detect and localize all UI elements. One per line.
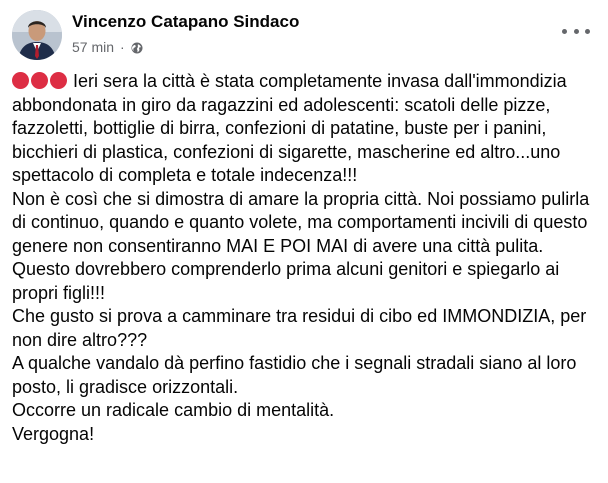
more-dot — [573, 28, 579, 34]
post-text: Ieri sera la città è stata completamente… — [12, 70, 602, 446]
post-paragraph: A qualche vandalo dà perfino fastidio ch… — [12, 353, 577, 397]
post-paragraph: Occorre un radicale cambio di mentalità. — [12, 400, 335, 420]
red-circle-icon — [12, 72, 67, 89]
red-circle-icon — [12, 72, 29, 89]
post-header: Vincenzo Catapano Sindaco 57 min · — [12, 10, 596, 62]
meta-separator: · — [120, 39, 125, 55]
post-paragraph: Non è così che si dimostra di amare la p… — [12, 188, 590, 256]
more-options-icon[interactable] — [562, 24, 590, 38]
author-name[interactable]: Vincenzo Catapano Sindaco — [72, 12, 299, 32]
post-paragraph-text: Ieri sera la città è stata completamente… — [12, 71, 567, 185]
post-paragraph: Vergogna! — [12, 423, 95, 444]
red-circle-icon — [50, 72, 67, 89]
avatar[interactable] — [12, 10, 62, 60]
more-dot — [585, 28, 590, 34]
post-paragraph: Che gusto si prova a camminare tra resid… — [12, 306, 587, 350]
avatar-image — [12, 10, 62, 60]
post-meta: 57 min · — [72, 38, 143, 56]
post-timestamp[interactable]: 57 min — [72, 39, 114, 55]
post-paragraph: Ieri sera la città è stata completamente… — [12, 70, 602, 188]
red-circle-icon — [31, 72, 48, 89]
post-paragraph: Questo dovrebbero comprenderlo prima alc… — [12, 259, 560, 303]
globe-icon — [131, 41, 143, 54]
more-dot — [562, 28, 567, 34]
